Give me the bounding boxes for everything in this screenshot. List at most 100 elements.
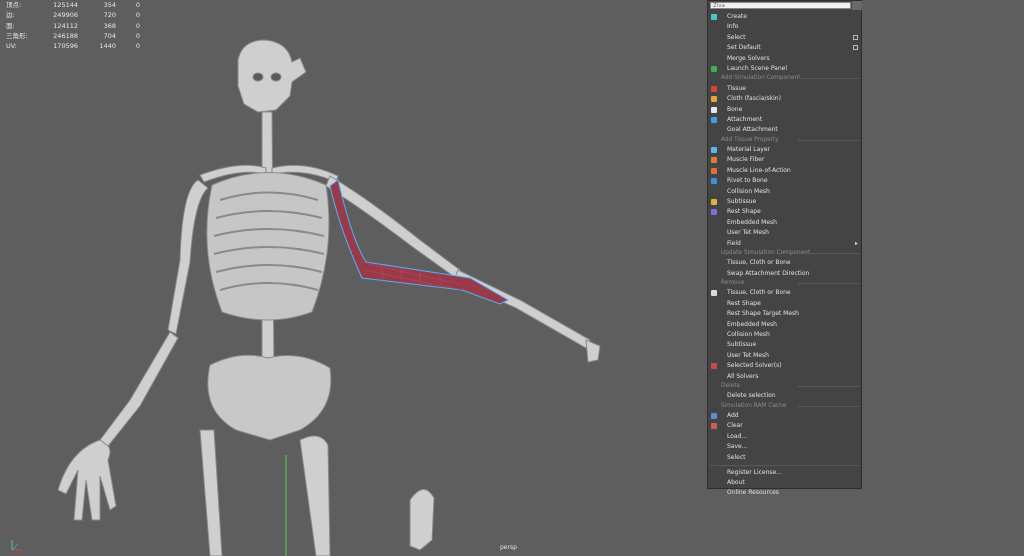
- menu-item-rest-shape[interactable]: Rest Shape: [708, 207, 861, 217]
- menu-item-create[interactable]: Create: [708, 12, 861, 22]
- menu-item-label: Rest Shape: [727, 208, 761, 216]
- menu-item-online-resources[interactable]: Online Resources: [708, 488, 861, 498]
- menu-item-muscle-fiber[interactable]: Muscle Fiber: [708, 155, 861, 165]
- menu-item-tissue-cloth-or-bone[interactable]: Tissue, Cloth or Bone: [708, 258, 861, 268]
- menu-separator: [710, 465, 859, 466]
- menu-item-bone[interactable]: Bone: [708, 105, 861, 115]
- hud-v3: 0: [135, 42, 140, 51]
- menu-item-collision-mesh[interactable]: Collision Mesh: [708, 187, 861, 197]
- menu-item-all-solvers[interactable]: All Solvers: [708, 372, 861, 382]
- subtissue-icon: [711, 199, 717, 205]
- menu-item-add[interactable]: Add: [708, 411, 861, 421]
- menu-item-label: Online Resources: [727, 489, 779, 497]
- menu-item-label: Field: [727, 239, 741, 247]
- menu-item-label: Register License...: [727, 468, 782, 476]
- menu-item-label: All Solvers: [727, 372, 759, 380]
- menu-item-tissue[interactable]: Tissue: [708, 84, 861, 94]
- option-box-icon[interactable]: [853, 34, 858, 40]
- hud-v2: 1440: [99, 42, 116, 51]
- menu-item-rest-shape[interactable]: Rest Shape: [708, 299, 861, 309]
- menu-item-label: Embedded Mesh: [727, 320, 777, 328]
- menu-section-header: Simulation RAM Cache: [708, 402, 861, 411]
- menu-item-subtissue[interactable]: Subtissue: [708, 197, 861, 207]
- menu-item-tissue-cloth-or-bone[interactable]: Tissue, Cloth or Bone: [708, 288, 861, 298]
- menu-item-label: About: [727, 478, 745, 486]
- menu-item-selected-solver-s[interactable]: Selected Solver(s): [708, 361, 861, 371]
- menu-item-label: Muscle Fiber: [727, 156, 765, 164]
- menu-item-rivet-to-bone[interactable]: Rivet to Bone: [708, 176, 861, 186]
- menu-item-select[interactable]: Select: [708, 33, 861, 43]
- 3d-viewport[interactable]: 顶点: 125144 354 0 边: 249906 720 0 面: 124112 368 0 三角形…: [0, 0, 1024, 556]
- menu-item-material-layer[interactable]: Material Layer: [708, 145, 861, 155]
- hud-v3: 0: [135, 1, 140, 9]
- section-header-label: Add Tissue Property: [721, 136, 779, 143]
- menu-item-field[interactable]: Field ▸: [708, 239, 861, 249]
- camera-label: persp: [500, 544, 517, 551]
- menu-item-about[interactable]: About: [708, 478, 861, 488]
- menu-item-launch-scene-panel[interactable]: Launch Scene Panel: [708, 64, 861, 74]
- solver-remove-icon: [711, 363, 717, 370]
- tissue-icon: [711, 85, 717, 92]
- section-divider: [798, 139, 859, 141]
- option-box-icon[interactable]: [853, 45, 858, 51]
- menu-item-label: Tissue: [727, 84, 746, 92]
- hud-label: UV:: [6, 42, 17, 51]
- menu-item-set-default[interactable]: Set Default: [708, 43, 861, 53]
- menu-item-delete-selection[interactable]: Delete selection: [708, 391, 861, 401]
- hud-label: 面:: [6, 21, 15, 30]
- section-divider: [798, 78, 859, 80]
- hud-v2: 368: [103, 21, 116, 30]
- hud-v3: 0: [135, 31, 140, 40]
- hud-v2: 354: [103, 1, 116, 9]
- menu-section-header: Add Tissue Property: [708, 136, 861, 145]
- menu-item-label: Set Default: [727, 44, 761, 52]
- menu-item-select[interactable]: Select: [708, 453, 861, 463]
- menu-item-collision-mesh[interactable]: Collision Mesh: [708, 330, 861, 340]
- menu-item-merge-solvers[interactable]: Merge Solvers: [708, 54, 861, 64]
- section-divider: [798, 283, 859, 285]
- menu-item-rest-shape-target-mesh[interactable]: Rest Shape Target Mesh: [708, 309, 861, 319]
- menu-item-user-tet-mesh[interactable]: User Tet Mesh: [708, 228, 861, 238]
- menu-item-register-license[interactable]: Register License...: [708, 468, 861, 478]
- menu-section-header: Delete: [708, 382, 861, 391]
- section-header-label: Add Simulation Component: [721, 75, 801, 82]
- hud-row: 面: 124112 368 0: [6, 21, 140, 31]
- rivet-icon: [711, 178, 717, 185]
- hud-v2: 704: [103, 31, 116, 40]
- menu-item-clear[interactable]: Clear: [708, 421, 861, 431]
- menu-item-label: Rest Shape: [727, 299, 761, 307]
- menu-item-cloth-fascia-skin[interactable]: Cloth (fascia/skin): [708, 94, 861, 104]
- menu-item-label: Merge Solvers: [727, 54, 770, 62]
- menu-item-label: Muscle Line-of-Action: [727, 166, 791, 174]
- menu-item-swap-attachment-direction[interactable]: Swap Attachment Direction: [708, 269, 861, 279]
- search-dropdown-button[interactable]: [852, 1, 862, 10]
- menu-item-label: Info: [727, 23, 739, 31]
- menu-item-save[interactable]: Save...: [708, 442, 861, 452]
- menu-item-subtissue[interactable]: Subtissue: [708, 340, 861, 350]
- menu-item-label: Add: [727, 412, 739, 419]
- menu-item-goal-attachment[interactable]: Goal Attachment: [708, 125, 861, 135]
- menu-item-label: Subtissue: [727, 341, 757, 349]
- section-header-label: Remove: [721, 280, 745, 287]
- menu-item-user-tet-mesh[interactable]: User Tet Mesh: [708, 351, 861, 361]
- menu-item-label: Collision Mesh: [727, 187, 770, 195]
- menu-section-header: Remove: [708, 279, 861, 288]
- hud-v3: 0: [135, 21, 140, 30]
- hud-v1: 170596: [53, 42, 78, 51]
- menu-item-label: Collision Mesh: [727, 331, 770, 338]
- menu-item-label: Clear: [727, 422, 743, 430]
- menu-item-info[interactable]: Info: [708, 22, 861, 32]
- cache-add-icon: [711, 413, 717, 419]
- hud-v1: 249906: [53, 11, 78, 20]
- menu-item-attachment[interactable]: Attachment: [708, 115, 861, 125]
- menu-item-label: Selected Solver(s): [727, 362, 782, 370]
- section-header-label: Update Simulation Component: [721, 250, 811, 256]
- menu-search-input[interactable]: [710, 2, 851, 9]
- menu-item-muscle-line-of-action[interactable]: Muscle Line-of-Action: [708, 166, 861, 176]
- section-divider: [798, 253, 859, 254]
- menu-section-header: Update Simulation Component: [708, 249, 861, 258]
- menu-item-embedded-mesh[interactable]: Embedded Mesh: [708, 320, 861, 330]
- menu-item-load[interactable]: Load...: [708, 432, 861, 442]
- line-of-action-icon: [711, 167, 717, 174]
- menu-item-embedded-mesh[interactable]: Embedded Mesh: [708, 218, 861, 228]
